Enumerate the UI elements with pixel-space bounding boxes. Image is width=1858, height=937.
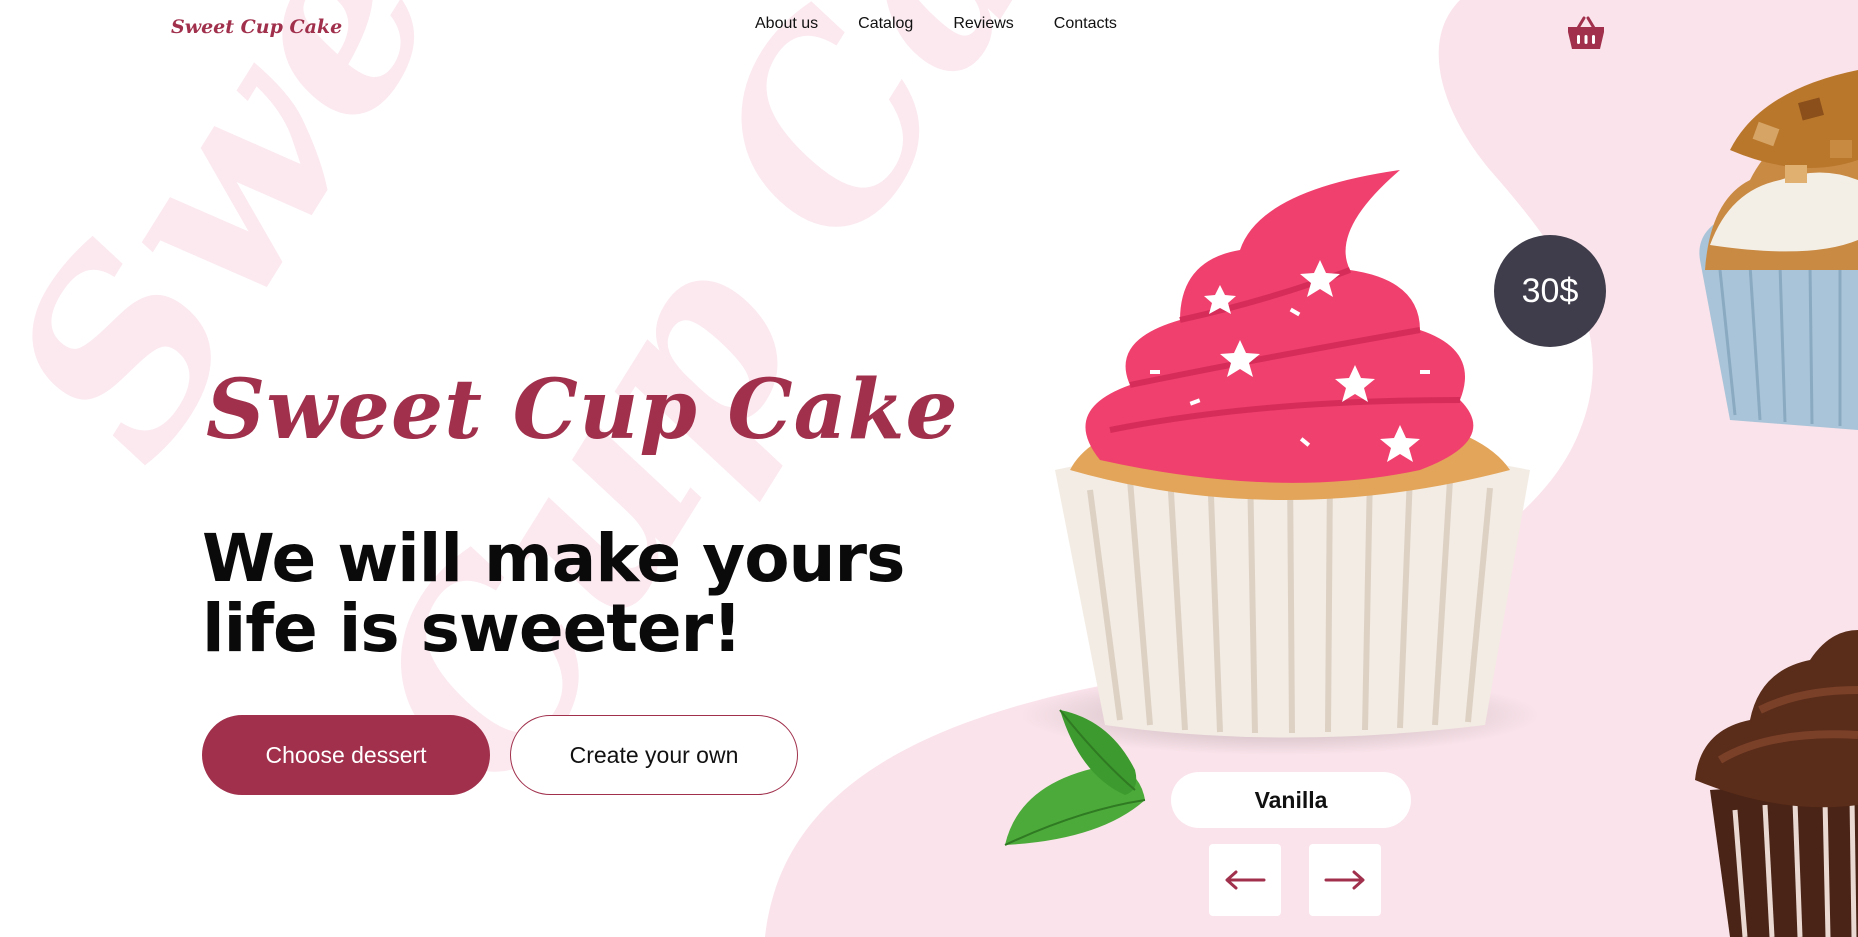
header-logo[interactable]: Sweet Cup Cake bbox=[171, 16, 342, 38]
choose-dessert-button[interactable]: Choose dessert bbox=[202, 715, 490, 795]
page: Sweet Cup Cake Sweet Cup Cake About us C… bbox=[0, 0, 1858, 937]
prev-button[interactable] bbox=[1209, 844, 1281, 916]
flavor-label: Vanilla bbox=[1171, 772, 1411, 828]
create-your-own-button[interactable]: Create your own bbox=[510, 715, 798, 795]
caramel-cupcake-image bbox=[1699, 70, 1858, 430]
chocolate-cupcake-image bbox=[1695, 630, 1858, 937]
price-badge: 30$ bbox=[1494, 235, 1606, 347]
main-nav: About us Catalog Reviews Contacts bbox=[755, 15, 1117, 33]
basket-icon[interactable] bbox=[1566, 16, 1606, 52]
hero-subtitle: We will make yours life is sweeter! bbox=[202, 524, 962, 664]
nav-item-reviews[interactable]: Reviews bbox=[953, 15, 1013, 33]
hero-subtitle-line-2: life is sweeter! bbox=[202, 590, 742, 667]
nav-item-contacts[interactable]: Contacts bbox=[1054, 15, 1117, 33]
nav-item-catalog[interactable]: Catalog bbox=[858, 15, 913, 33]
mint-leaf-image bbox=[1004, 709, 1146, 846]
next-button[interactable] bbox=[1309, 844, 1381, 916]
arrow-left-icon bbox=[1225, 870, 1266, 890]
vanilla-cupcake-image bbox=[1020, 170, 1540, 755]
arrow-right-icon bbox=[1324, 870, 1365, 890]
hero-title: Sweet Cup Cake bbox=[206, 362, 959, 458]
background-blob bbox=[765, 0, 1858, 937]
hero-subtitle-line-1: We will make yours bbox=[202, 520, 905, 597]
nav-item-about[interactable]: About us bbox=[755, 15, 818, 33]
